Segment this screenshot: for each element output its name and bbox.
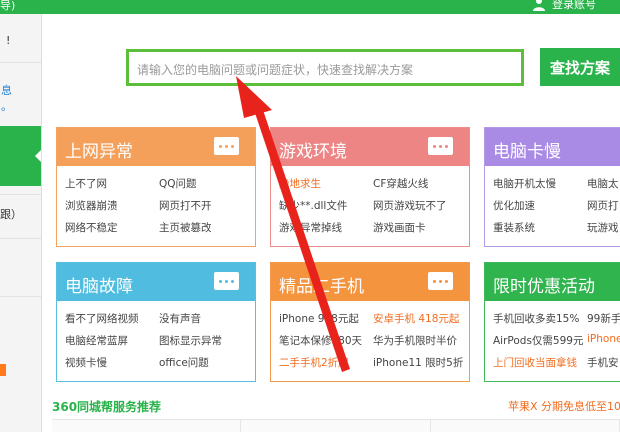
- card-link[interactable]: 网页打不开: [159, 198, 212, 213]
- service-tab[interactable]: [241, 420, 431, 432]
- card-title: 电脑故障: [65, 277, 133, 297]
- card-link[interactable]: office问题: [159, 355, 209, 370]
- card-link[interactable]: 电脑经常蓝屏: [65, 333, 128, 348]
- section-title: 360同城帮服务推荐: [52, 400, 162, 414]
- card-link[interactable]: 网络不稳定: [65, 220, 118, 235]
- left-sidebar: ! 息 。 跟）: [0, 14, 42, 432]
- category-card-fault: 电脑故障 看不了网络视频 没有声音 电脑经常蓝屏 图标显示异常 视频卡慢 off…: [56, 262, 256, 382]
- topbar-left-text: 导): [0, 0, 16, 12]
- service-tab[interactable]: [430, 420, 620, 432]
- card-header[interactable]: 限时优惠活动: [485, 263, 620, 301]
- sidebar-mark: !: [6, 34, 11, 47]
- card-link[interactable]: 玩游戏: [587, 220, 619, 235]
- card-link[interactable]: 游戏异常掉线: [279, 220, 342, 235]
- search-placeholder: 请输入您的电脑问题或问题症状，快速查找解决方案: [137, 63, 414, 77]
- card-link[interactable]: 上不了网: [65, 176, 107, 191]
- card-link[interactable]: CF穿越火线: [373, 176, 428, 191]
- search-input[interactable]: 请输入您的电脑问题或问题症状，快速查找解决方案: [126, 49, 524, 86]
- promo-link[interactable]: 苹果X 分期免息低至10: [508, 398, 620, 414]
- card-title: 电脑卡慢: [493, 142, 561, 162]
- user-icon: [533, 0, 545, 11]
- category-card-used-phones: 精品二手机 iPhone 968元起 安卓手机 418元起 笔记本保修180天 …: [270, 262, 470, 382]
- card-link[interactable]: 没有声音: [159, 311, 201, 326]
- active-notch-icon: [35, 148, 41, 164]
- card-link[interactable]: 华为手机限时半价: [373, 333, 457, 348]
- sidebar-link-dot[interactable]: 。: [1, 98, 12, 114]
- card-title: 精品二手机: [279, 277, 364, 297]
- card-title: 上网异常: [65, 142, 133, 162]
- card-header[interactable]: 精品二手机: [271, 263, 469, 301]
- card-link[interactable]: AirPods仅需599元: [493, 333, 583, 348]
- card-link[interactable]: 绝地求生: [279, 176, 321, 191]
- search-button[interactable]: 查找方案: [540, 48, 620, 86]
- sidebar-item-active[interactable]: [0, 126, 41, 186]
- card-title: 限时优惠活动: [493, 277, 595, 297]
- login-label: 登录账号: [552, 0, 596, 11]
- page-root: 导) 登录账号 ! 息 。 跟） 请输入您的电脑问题或问题症状，快速查找解决方案…: [0, 0, 620, 432]
- service-tab[interactable]: [52, 420, 242, 432]
- card-link[interactable]: 网页游戏玩不了: [373, 198, 447, 213]
- card-link[interactable]: 图标显示异常: [159, 333, 222, 348]
- category-card-slow: 电脑卡慢 电脑开机太慢 电脑太 优化加速 网页打 重装系统 玩游戏: [484, 127, 620, 247]
- sidebar-badge: [0, 364, 6, 376]
- sidebar-link-info[interactable]: 息: [1, 82, 12, 98]
- sidebar-divider: [0, 62, 41, 63]
- card-link[interactable]: 主页被篡改: [159, 220, 212, 235]
- category-card-game: 游戏环境 绝地求生 CF穿越火线 缺少**.dll文件 网页游戏玩不了 游戏异常…: [270, 127, 470, 247]
- card-link[interactable]: 安卓手机 418元起: [373, 311, 459, 326]
- card-link[interactable]: 看不了网络视频: [65, 311, 139, 326]
- more-icon[interactable]: [214, 137, 239, 155]
- card-link[interactable]: 笔记本保修180天: [279, 333, 362, 348]
- card-link[interactable]: 电脑太: [587, 176, 619, 191]
- more-icon[interactable]: [214, 272, 239, 290]
- card-link[interactable]: 优化加速: [493, 198, 535, 213]
- card-link[interactable]: 手机回收多卖15%: [493, 311, 579, 326]
- card-header[interactable]: 上网异常: [57, 128, 255, 166]
- category-card-network: 上网异常 上不了网 QQ问题 浏览器崩溃 网页打不开 网络不稳定 主页被篡改: [56, 127, 256, 247]
- card-link[interactable]: 电脑开机太慢: [493, 176, 556, 191]
- card-link[interactable]: 网页打: [587, 198, 619, 213]
- sidebar-item-label[interactable]: 跟）: [0, 206, 22, 222]
- card-link[interactable]: 浏览器崩溃: [65, 198, 118, 213]
- card-link[interactable]: iPhone11 限时5折: [373, 355, 463, 370]
- more-icon[interactable]: [428, 137, 453, 155]
- card-header[interactable]: 电脑故障: [57, 263, 255, 301]
- card-link[interactable]: 缺少**.dll文件: [279, 198, 347, 213]
- card-link[interactable]: 上门回收当面拿钱: [493, 355, 577, 370]
- card-link[interactable]: 手机安: [587, 355, 619, 370]
- card-link[interactable]: iPhone 968元起: [279, 311, 359, 326]
- card-link[interactable]: iPhone: [587, 333, 620, 345]
- card-link[interactable]: 视频卡慢: [65, 355, 107, 370]
- card-link[interactable]: 游戏画面卡: [373, 220, 426, 235]
- card-header[interactable]: 游戏环境: [271, 128, 469, 166]
- service-tabs: [52, 420, 620, 432]
- login-link[interactable]: 登录账号: [532, 0, 596, 12]
- sidebar-divider: [0, 296, 41, 297]
- top-bar: 导) 登录账号: [0, 0, 620, 14]
- category-card-promotions: 限时优惠活动 手机回收多卖15% 99新手 AirPods仅需599元 iPho…: [484, 262, 620, 382]
- sidebar-divider: [0, 238, 41, 239]
- card-header[interactable]: 电脑卡慢: [485, 128, 620, 166]
- card-link[interactable]: QQ问题: [159, 176, 197, 191]
- sidebar-divider: [0, 194, 41, 195]
- card-link[interactable]: 99新手: [587, 311, 620, 326]
- card-link[interactable]: 二手手机2折起: [279, 355, 349, 370]
- more-icon[interactable]: [428, 272, 453, 290]
- card-title: 游戏环境: [279, 142, 347, 162]
- card-link[interactable]: 重装系统: [493, 220, 535, 235]
